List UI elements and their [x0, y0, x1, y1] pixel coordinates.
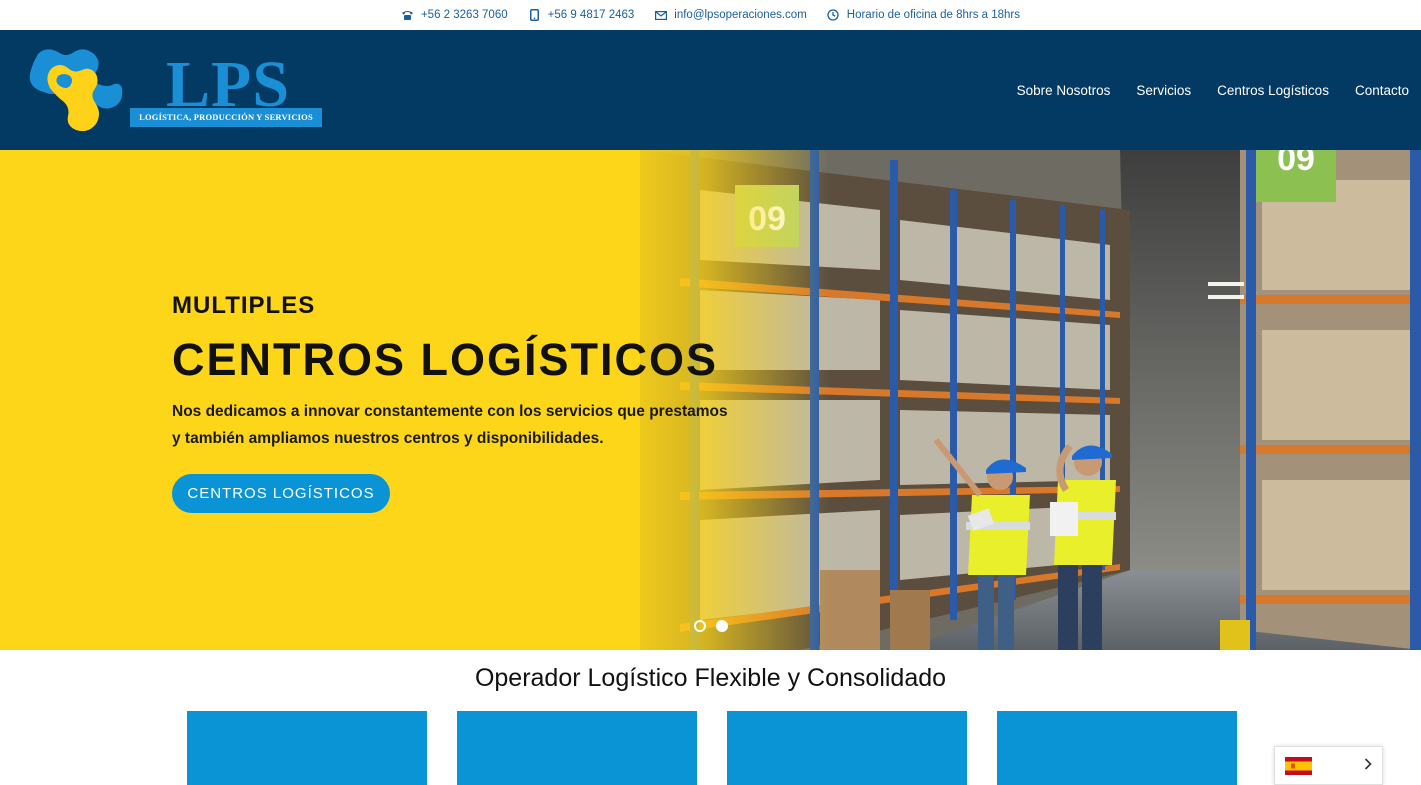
logo-tagline: LOGÍSTICA, PRODUCCIÓN Y SERVICIOS	[130, 108, 322, 127]
nav-centros-logisticos[interactable]: Centros Logísticos	[1217, 83, 1329, 98]
nav-contacto[interactable]: Contacto	[1355, 83, 1409, 98]
spain-flag-icon	[1285, 756, 1312, 775]
hero-slider: 09 09	[0, 150, 1421, 650]
mail-icon	[654, 9, 667, 22]
service-card-2[interactable]	[457, 711, 697, 785]
phone-number: +56 2 3263 7060	[420, 9, 508, 21]
slider-dot-1[interactable]	[694, 620, 706, 632]
shelf-label-2: 09	[1277, 150, 1315, 178]
service-card-4[interactable]	[997, 711, 1237, 785]
phone-icon	[401, 9, 414, 22]
hero-title: CENTROS LOGÍSTICOS	[172, 334, 719, 385]
email-address: info@lpsoperaciones.com	[674, 9, 807, 21]
phone-contact[interactable]: +56 2 3263 7060	[401, 9, 508, 22]
language-switcher[interactable]	[1274, 746, 1383, 785]
mobile-icon	[528, 9, 541, 22]
service-card-1[interactable]	[187, 711, 427, 785]
site-header: LPS LOGÍSTICA, PRODUCCIÓN Y SERVICIOS So…	[0, 30, 1421, 150]
hero-subtitle: MULTIPLES	[172, 292, 316, 319]
mobile-contact[interactable]: +56 9 4817 2463	[528, 9, 635, 22]
clock-icon	[827, 9, 840, 22]
top-contact-bar: +56 2 3263 7060 +56 9 4817 2463 info@lps…	[0, 0, 1421, 30]
centros-logisticos-button[interactable]: CENTROS LOGÍSTICOS	[172, 474, 390, 513]
main-nav: Sobre Nosotros Servicios Centros Logísti…	[1017, 30, 1409, 150]
nav-sobre-nosotros[interactable]: Sobre Nosotros	[1017, 83, 1111, 98]
service-card-3[interactable]	[727, 711, 967, 785]
nav-servicios[interactable]: Servicios	[1136, 83, 1191, 98]
slider-dot-2[interactable]	[716, 620, 728, 632]
office-hours: Horario de oficina de 8hrs a 18hrs	[827, 9, 1020, 22]
chevron-right-icon	[1364, 757, 1372, 775]
logo-mark-icon	[29, 49, 123, 132]
hero-description: Nos dedicamos a innovar constantemente c…	[172, 403, 728, 447]
site-logo[interactable]: LPS LOGÍSTICA, PRODUCCIÓN Y SERVICIOS	[24, 44, 324, 138]
office-hours-text: Horario de oficina de 8hrs a 18hrs	[846, 9, 1021, 21]
email-contact[interactable]: info@lpsoperaciones.com	[654, 9, 807, 22]
mobile-number: +56 9 4817 2463	[547, 9, 635, 21]
slider-pagination	[694, 620, 728, 632]
section-title: Operador Logístico Flexible y Consolidad…	[474, 664, 947, 692]
